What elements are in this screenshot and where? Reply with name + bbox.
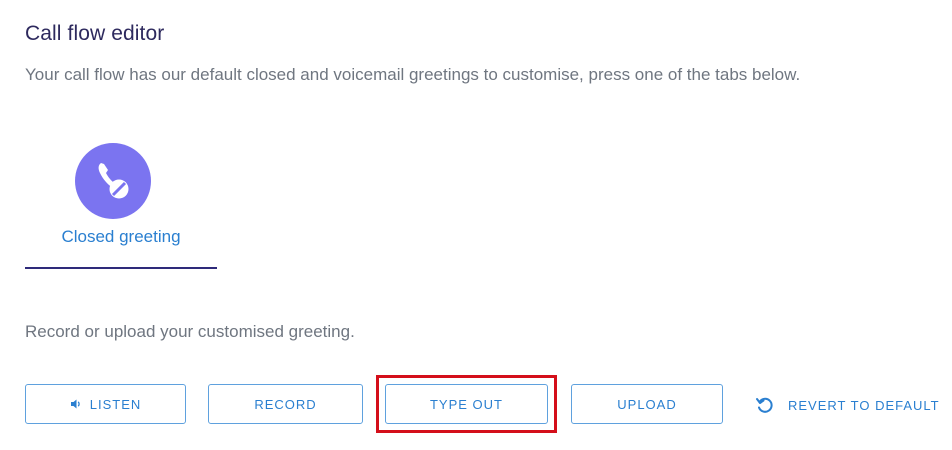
active-tab-indicator [25,267,217,269]
greeting-helper-text: Record or upload your customised greetin… [25,322,355,341]
listen-button-label: LISTEN [89,396,142,412]
revert-to-default-label: REVERT TO DEFAULT [788,397,940,413]
phone-closed-icon [75,143,151,219]
call-flow-editor-page: Call flow editor Your call flow has our … [0,0,952,450]
type-out-button-label: TYPE OUT [429,396,503,412]
page-subtitle: Your call flow has our default closed an… [25,65,801,84]
speaker-icon [70,398,82,410]
tab-closed-greeting-label: Closed greeting [61,227,181,246]
record-button-label: RECORD [254,396,317,412]
tab-closed-greeting[interactable]: Closed greeting [25,140,217,271]
revert-to-default-button[interactable]: REVERT TO DEFAULT [755,394,940,416]
upload-button-label: UPLOAD [617,396,677,412]
upload-button[interactable]: UPLOAD [571,384,723,424]
revert-icon [755,395,775,415]
record-button[interactable]: RECORD [208,384,363,424]
type-out-button[interactable]: TYPE OUT [385,384,548,424]
listen-button[interactable]: LISTEN [25,384,186,424]
page-title: Call flow editor [25,22,165,45]
